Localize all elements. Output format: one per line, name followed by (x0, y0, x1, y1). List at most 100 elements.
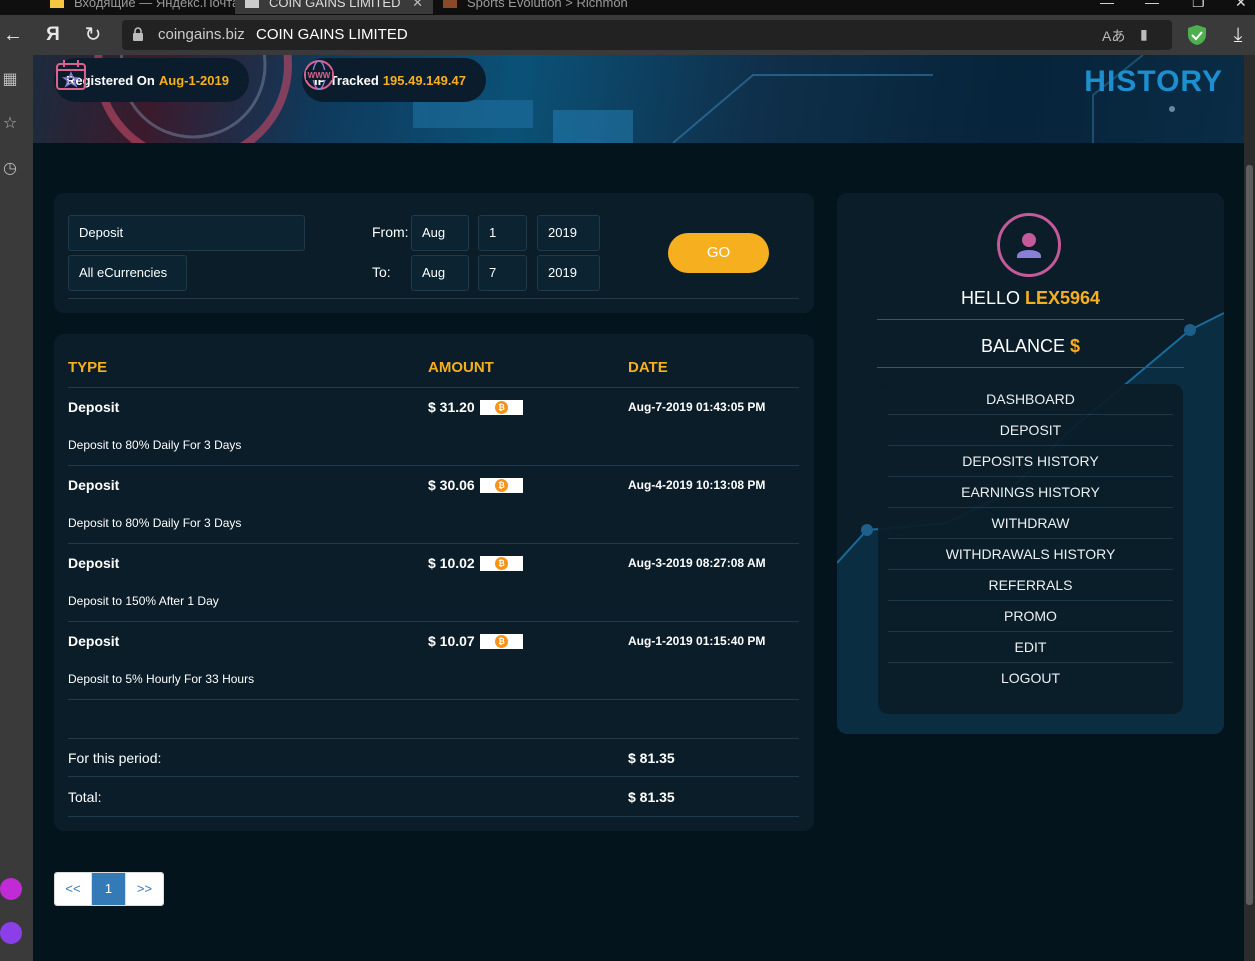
from-month-select[interactable]: Aug (411, 215, 469, 251)
download-icon[interactable]: ⤓ (1226, 23, 1250, 47)
row-type: Deposit (68, 633, 120, 649)
divider (877, 319, 1184, 320)
header-banner: Registered On Aug-1-2019 WWW IP Tracked … (33, 55, 1244, 143)
menu-item-dashboard[interactable]: DASHBOARD (888, 384, 1173, 415)
svg-text:WWW: WWW (308, 71, 331, 80)
apps-grid-icon[interactable]: ▦ (0, 69, 20, 89)
url-field[interactable]: coingains.biz COIN GAINS LIMITED Aあ ▮ (122, 20, 1172, 50)
browser-sidebar: ▦ ☆ ◷ (0, 55, 33, 961)
globe-www-icon: WWW (304, 60, 334, 90)
browser-tab-strip: Входящие — Яндекс.Почта COIN GAINS LIMIT… (0, 0, 1255, 15)
site-favicon-icon (443, 0, 457, 8)
account-panel: HELLO LEX5964 BALANCE $ DASHBOARD DEPOSI… (837, 193, 1224, 734)
period-total-value: $ 81.35 (628, 750, 675, 766)
url-domain: coingains.biz (158, 26, 245, 43)
currency-select[interactable]: All eCurrencies (68, 255, 187, 291)
calendar-icon (56, 60, 86, 90)
tab-sports-evolution[interactable]: Sports Evolution > Richmon (433, 0, 633, 14)
go-button[interactable]: GO (668, 233, 769, 273)
row-amount: $ 10.07 (428, 633, 475, 649)
bitcoin-icon: ₿ (495, 635, 508, 648)
divider (68, 465, 799, 466)
menu-item-promo[interactable]: PROMO (888, 601, 1173, 632)
divider (68, 816, 799, 817)
to-day-select[interactable]: 7 (478, 255, 527, 291)
row-date: Aug-4-2019 10:13:08 PM (628, 478, 766, 492)
menu-item-logout[interactable]: LOGOUT (888, 663, 1173, 694)
row-description: Deposit to 80% Daily For 3 Days (68, 438, 242, 452)
restore-icon[interactable]: ❐ (1192, 0, 1205, 11)
row-amount: $ 10.02 (428, 555, 475, 571)
from-label: From: (372, 224, 409, 240)
bitcoin-badge: ₿ (480, 634, 523, 649)
close-tab-icon[interactable]: ✕ (412, 0, 423, 12)
browser-address-bar: ← Я ↻ coingains.biz COIN GAINS LIMITED A… (0, 15, 1255, 55)
to-label: To: (372, 264, 391, 280)
next-page-button[interactable]: >> (126, 873, 163, 905)
row-date: Aug-7-2019 01:43:05 PM (628, 400, 766, 414)
balance-symbol: $ (1070, 336, 1081, 356)
divider (68, 543, 799, 544)
reload-icon[interactable]: ↻ (81, 23, 105, 47)
history-clock-icon[interactable]: ◷ (0, 158, 20, 178)
ip-tracked-badge: WWW IP Tracked 195.49.149.47 (302, 58, 486, 102)
tab-coin-gains[interactable]: COIN GAINS LIMITED ✕ (235, 0, 433, 14)
username: LEX5964 (1024, 288, 1101, 308)
bookmark-icon[interactable]: ▮ (1140, 26, 1148, 43)
bitcoin-badge: ₿ (480, 478, 523, 493)
alice-assistant-icon[interactable] (0, 922, 22, 944)
grand-total-label: Total: (68, 789, 102, 805)
user-icon (1017, 233, 1041, 258)
divider (68, 387, 799, 388)
minimize-icon[interactable]: — (1145, 0, 1159, 10)
menu-item-deposits-history[interactable]: DEPOSITS HISTORY (888, 446, 1173, 477)
menu-item-deposit[interactable]: DEPOSIT (888, 415, 1173, 446)
close-window-icon[interactable]: ✕ (1235, 0, 1247, 11)
prev-page-button[interactable]: << (55, 873, 92, 905)
menu-item-edit[interactable]: EDIT (888, 632, 1173, 663)
adblock-shield-icon[interactable] (1186, 24, 1208, 46)
from-year-select[interactable]: 2019 (537, 215, 600, 251)
lock-icon (133, 27, 143, 41)
menu-item-earnings-history[interactable]: EARNINGS HISTORY (888, 477, 1173, 508)
row-date: Aug-3-2019 08:27:08 AM (628, 556, 766, 570)
avatar (997, 213, 1061, 277)
url-page-title: COIN GAINS LIMITED (256, 26, 408, 43)
type-select[interactable]: Deposit (68, 215, 305, 251)
from-day-select[interactable]: 1 (478, 215, 527, 251)
scrollbar-thumb[interactable] (1246, 165, 1253, 905)
column-header-amount: AMOUNT (428, 359, 494, 376)
divider (68, 776, 799, 777)
minimize-icon[interactable]: — (1100, 0, 1114, 10)
menu-item-withdrawals-history[interactable]: WITHDRAWALS HISTORY (888, 539, 1173, 570)
star-icon[interactable]: ☆ (0, 113, 20, 133)
menu-item-referrals[interactable]: REFERRALS (888, 570, 1173, 601)
row-type: Deposit (68, 477, 120, 493)
to-year-select[interactable]: 2019 (537, 255, 600, 291)
row-amount: $ 31.20 (428, 399, 475, 415)
balance: BALANCE $ (980, 336, 1081, 356)
to-month-select[interactable]: Aug (411, 255, 469, 291)
mail-icon (50, 0, 64, 8)
account-menu: DASHBOARD DEPOSIT DEPOSITS HISTORY EARNI… (878, 384, 1183, 714)
page-title: HISTORY (1084, 65, 1223, 98)
divider (68, 298, 799, 299)
row-amount: $ 30.06 (428, 477, 475, 493)
site-favicon-icon (245, 0, 259, 8)
translate-icon[interactable]: Aあ (1102, 26, 1125, 46)
scrollbar[interactable] (1244, 55, 1255, 961)
column-header-type: TYPE (68, 359, 108, 376)
tab-yandex-mail[interactable]: Входящие — Яндекс.Почта (40, 0, 235, 14)
alice-app-icon[interactable] (0, 878, 22, 900)
bitcoin-icon: ₿ (495, 557, 508, 570)
yandex-icon[interactable]: Я (41, 23, 65, 47)
page-1-button[interactable]: 1 (92, 873, 126, 905)
divider (68, 621, 799, 622)
back-arrow-icon[interactable]: ← (1, 23, 25, 47)
menu-item-withdraw[interactable]: WITHDRAW (888, 508, 1173, 539)
pagination: << 1 >> (54, 872, 164, 906)
row-type: Deposit (68, 399, 120, 415)
registered-on-badge: Registered On Aug-1-2019 (54, 58, 249, 102)
bitcoin-badge: ₿ (480, 400, 523, 415)
row-type: Deposit (68, 555, 120, 571)
